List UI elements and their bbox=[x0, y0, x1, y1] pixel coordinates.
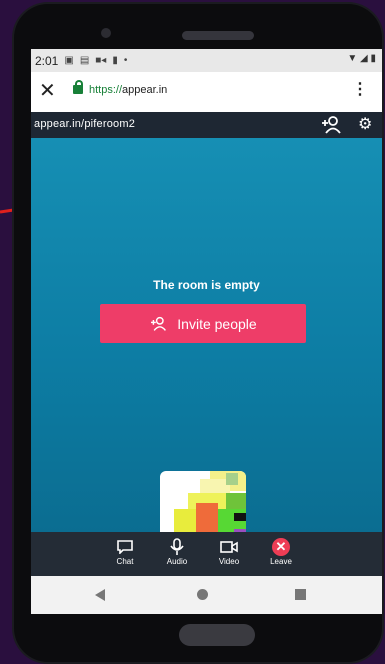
room-video-area: The room is empty Invite people bbox=[31, 138, 382, 563]
android-nav-bar bbox=[31, 576, 382, 614]
dot-icon: • bbox=[123, 55, 128, 66]
home-button[interactable] bbox=[179, 624, 255, 646]
lock-icon bbox=[73, 80, 83, 94]
back-icon[interactable] bbox=[95, 589, 105, 601]
room-url: appear.in/piferoom2 bbox=[34, 118, 136, 130]
leave-icon: ✕ bbox=[272, 538, 290, 556]
earpiece-speaker bbox=[182, 31, 254, 40]
leave-label: Leave bbox=[270, 557, 292, 566]
signal-icon: ◢ bbox=[360, 53, 368, 64]
audio-label: Audio bbox=[166, 557, 188, 566]
invite-people-button[interactable]: Invite people bbox=[100, 304, 306, 343]
browser-url-bar: ✕ https://appear.in ⋮ bbox=[31, 72, 382, 113]
add-person-icon[interactable] bbox=[321, 115, 343, 135]
microphone-icon bbox=[157, 537, 197, 557]
calendar-icon: ▣ bbox=[64, 55, 74, 66]
video-block bbox=[226, 473, 238, 485]
add-person-icon bbox=[151, 316, 167, 331]
chat-label: Chat bbox=[116, 557, 134, 566]
status-bar: 2:01 ▣ ▤ ■◂ ▮ • ▼ ◢ ▮ bbox=[31, 49, 382, 72]
video-button[interactable]: Video bbox=[209, 537, 249, 566]
video-camera-icon bbox=[209, 537, 249, 557]
video-icon: ■◂ bbox=[95, 55, 107, 66]
invite-people-label: Invite people bbox=[177, 315, 257, 332]
url-scheme: https:// bbox=[89, 84, 123, 96]
room-header: appear.in/piferoom2 ⚙ bbox=[31, 112, 382, 138]
phone-screen: 2:01 ▣ ▤ ■◂ ▮ • ▼ ◢ ▮ ✕ https://appear.i… bbox=[31, 49, 382, 614]
front-camera bbox=[101, 28, 111, 38]
menu-icon[interactable]: ⋮ bbox=[352, 82, 368, 98]
recent-apps-icon[interactable] bbox=[295, 589, 306, 600]
home-icon[interactable] bbox=[197, 589, 208, 600]
call-controls-bar: Chat Audio Video ✕ Leave bbox=[31, 532, 382, 576]
video-label: Video bbox=[218, 557, 240, 566]
chat-button[interactable]: Chat bbox=[105, 537, 145, 566]
image-icon: ▤ bbox=[79, 55, 90, 66]
url-host: appear.in bbox=[122, 84, 168, 96]
status-time: 2:01 bbox=[35, 53, 59, 68]
gear-icon[interactable]: ⚙ bbox=[358, 116, 372, 134]
leave-button[interactable]: ✕ Leave bbox=[261, 537, 301, 566]
battery-icon: ▮ bbox=[370, 53, 376, 64]
audio-button[interactable]: Audio bbox=[157, 537, 197, 566]
status-right: ▼ ◢ ▮ bbox=[347, 53, 376, 64]
empty-room-message: The room is empty bbox=[153, 278, 260, 292]
video-block bbox=[234, 513, 246, 521]
wifi-icon: ▼ bbox=[347, 53, 358, 64]
phone-icon: ▮ bbox=[112, 55, 118, 66]
url-text[interactable]: https://appear.in bbox=[89, 84, 167, 96]
close-icon[interactable]: ✕ bbox=[39, 80, 56, 102]
chat-icon bbox=[105, 537, 145, 557]
